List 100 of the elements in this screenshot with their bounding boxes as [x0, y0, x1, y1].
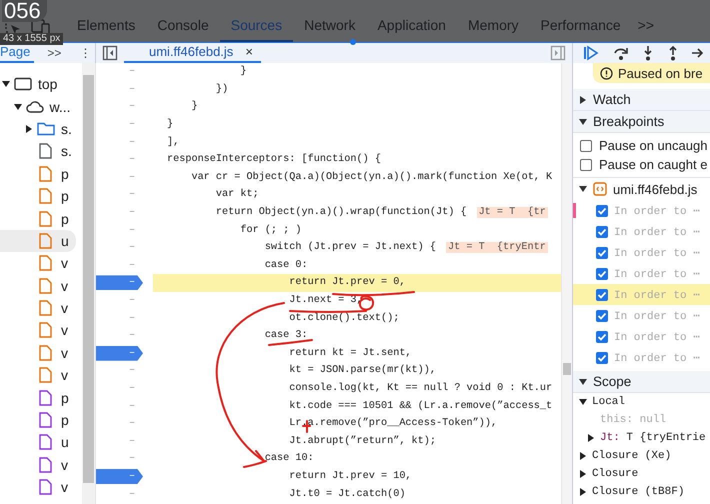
checkbox[interactable] — [596, 288, 608, 300]
code-line: return kt = Jt.sent, — [288, 348, 412, 359]
breakpoint-marker[interactable]: – — [96, 275, 143, 290]
sidebar-toggle-icon[interactable] — [550, 45, 566, 61]
file-tree-item[interactable]: p — [0, 184, 76, 208]
expand-arrow-icon[interactable] — [579, 398, 587, 406]
file-tree-item[interactable]: u — [0, 431, 76, 454]
breakpoint-label: In order to ⋯ — [614, 204, 700, 218]
file-tree-item[interactable]: top — [0, 73, 76, 96]
line-number: – — [129, 224, 136, 236]
folder-icon — [37, 122, 55, 136]
overlay-number: 056 — [2, 0, 47, 22]
step-over-icon[interactable] — [612, 45, 630, 61]
line-number: – — [129, 84, 136, 95]
code-line: case 0: — [264, 260, 308, 271]
file-tree-item[interactable]: p — [0, 162, 76, 185]
file-tree-item[interactable]: v — [0, 454, 76, 476]
line-number: – — [129, 66, 136, 78]
line-number: – — [129, 418, 136, 430]
file-tree-item[interactable]: v — [0, 476, 76, 498]
inline-value: Jt = T {tr — [476, 207, 548, 218]
expand-arrow-icon[interactable] — [579, 470, 587, 478]
code-line: } — [166, 119, 174, 130]
checkbox[interactable] — [596, 330, 608, 342]
file-tree-item[interactable]: v — [0, 274, 76, 297]
expand-arrow-icon[interactable] — [579, 488, 587, 496]
breakpoint-label: In order to ⋯ — [614, 288, 700, 302]
file-tab[interactable]: umi.ff46febd.js × — [124, 43, 261, 63]
file-tree-item[interactable]: u — [0, 230, 76, 252]
checkbox[interactable] — [596, 352, 608, 364]
breakpoint-label: In order to ⋯ — [614, 352, 700, 364]
dimension-tooltip: 43 x 1555 px — [0, 33, 64, 45]
checkbox[interactable] — [580, 158, 592, 170]
checkbox[interactable] — [596, 246, 608, 258]
scrollbar[interactable] — [82, 63, 95, 504]
expand-arrow-icon[interactable] — [579, 118, 587, 126]
expand-arrow-icon[interactable] — [579, 185, 587, 193]
code-line: case 3: — [264, 330, 308, 342]
code-line: }) — [214, 84, 228, 95]
file-tree-item[interactable]: s. — [0, 118, 76, 140]
line-number: – — [129, 382, 136, 394]
line-number: – — [129, 488, 136, 500]
section-header[interactable]: Breakpoints — [573, 111, 710, 133]
resume-icon[interactable] — [583, 45, 601, 61]
checkbox-label: Pause on uncaugh — [599, 138, 708, 153]
scope-item[interactable]: Closure (tB8F) — [573, 483, 710, 501]
checkbox[interactable] — [596, 310, 608, 322]
file-tree-item[interactable]: s. — [0, 140, 76, 163]
line-number: – — [129, 330, 136, 342]
code-line: return Object(yn.a)().wrap(function(Jt) { — [214, 207, 467, 218]
line-number: – — [129, 400, 136, 412]
line-number: – — [129, 189, 136, 200]
expand-arrow-icon[interactable] — [25, 124, 33, 133]
checkbox[interactable] — [580, 140, 592, 152]
page-tab[interactable]: Page — [0, 43, 34, 63]
breakpoint-marker[interactable]: – — [96, 346, 143, 361]
scrollbar[interactable] — [561, 63, 572, 504]
code-line: } — [190, 101, 198, 112]
breakpoint-label: In order to ⋯ — [614, 310, 700, 322]
file-tree-item[interactable]: p — [0, 207, 76, 230]
file-tree-item[interactable]: p — [0, 408, 76, 432]
line-number: – — [129, 172, 136, 183]
file-tree-item[interactable]: w... — [0, 95, 76, 118]
expand-arrow-icon[interactable] — [2, 80, 10, 88]
line-number: – — [129, 154, 136, 166]
code-line: var kt; — [214, 189, 259, 200]
code-line: ot.clone().text(); — [288, 312, 400, 324]
expand-arrow-icon[interactable] — [579, 96, 587, 104]
file-tree-item[interactable]: v — [0, 296, 76, 320]
breakpoint-marker[interactable]: – — [96, 468, 143, 484]
checkbox[interactable] — [596, 268, 608, 280]
cloud-icon — [26, 100, 44, 114]
expand-arrow-icon[interactable] — [579, 378, 587, 386]
scope-property: Jt: T {tryEntrie — [600, 432, 706, 444]
code-line: case 10: — [264, 453, 314, 464]
section-header[interactable]: Watch — [573, 89, 710, 111]
code-line: kt = JSON.parse(mr(kt)), — [288, 365, 436, 376]
script-file-icon — [593, 182, 607, 196]
section-header[interactable]: Scope — [573, 371, 710, 393]
code-line: Jt.t0 = Jt.catch(0) — [288, 488, 406, 500]
menu-button[interactable]: ⋮ — [74, 46, 96, 60]
code-line: for (; ; ) — [239, 224, 302, 236]
file-tree-item[interactable]: v — [0, 364, 76, 386]
expand-arrow-icon[interactable] — [14, 102, 22, 111]
checkbox[interactable] — [596, 226, 608, 238]
file-tree-item[interactable]: v — [0, 319, 76, 342]
expand-arrow-icon[interactable] — [579, 452, 587, 460]
file-tree-item[interactable]: p — [0, 386, 76, 409]
scope-item[interactable]: Closure (Xe) — [573, 447, 710, 465]
scope-item[interactable]: Closure — [573, 465, 710, 483]
code-line: kt.code === 10501 && (Lr.a.remove(”access_t — [288, 400, 552, 412]
file-tree-item[interactable]: v — [0, 252, 76, 275]
line-number: – — [129, 101, 136, 112]
inline-value: Jt = T {tryEntr — [446, 242, 548, 254]
more-button[interactable]: >> — [42, 46, 66, 60]
file-tree-item[interactable]: v — [0, 342, 76, 364]
checkbox[interactable] — [596, 204, 608, 216]
sidebar-toggle-icon[interactable] — [102, 45, 118, 61]
expand-arrow-icon[interactable] — [587, 434, 595, 442]
scope-item[interactable]: Local — [573, 393, 710, 411]
